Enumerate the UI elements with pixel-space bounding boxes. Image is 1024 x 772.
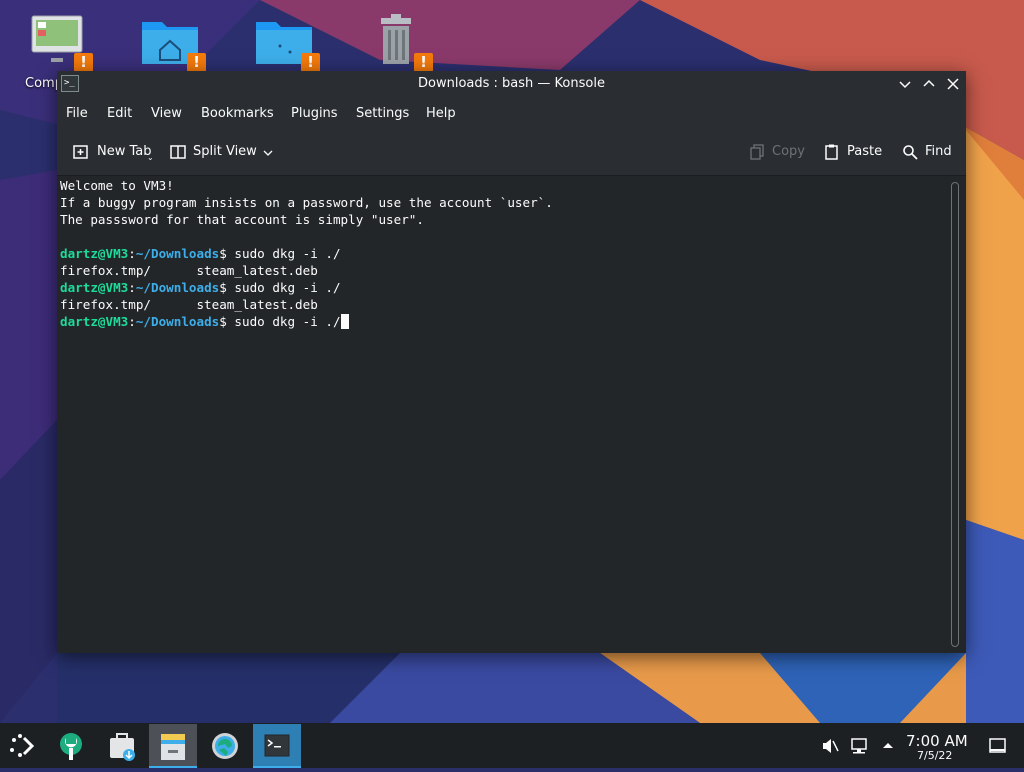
split-view-button[interactable]: Split View: [170, 144, 276, 162]
menu-view[interactable]: View: [151, 106, 182, 121]
volume-muted-icon[interactable]: [821, 737, 839, 755]
file-manager-icon: [161, 734, 185, 760]
new-tab-icon: [73, 145, 88, 159]
search-icon: [903, 145, 918, 160]
warning-badge-icon: !: [414, 53, 433, 72]
menu-settings[interactable]: Settings: [356, 106, 409, 121]
settings-icon: [212, 733, 238, 759]
menu-plugins[interactable]: Plugins: [291, 106, 338, 121]
terminal-line: Welcome to VM3!: [60, 178, 174, 193]
discover-button[interactable]: [47, 724, 95, 768]
taskbar: [0, 723, 1024, 768]
menu-edit[interactable]: Edit: [107, 106, 132, 121]
menu-bookmarks[interactable]: Bookmarks: [201, 106, 274, 121]
terminal-prompt-line: dartz@VM3:~/Downloads$ sudo dkg -i ./: [60, 280, 341, 295]
terminal-cursor: [340, 314, 349, 329]
store-button[interactable]: [98, 724, 146, 768]
new-tab-button[interactable]: New Tab ⌄: [73, 144, 154, 162]
copy-label: Copy: [772, 144, 805, 159]
menu-bar: File Edit View Bookmarks Plugins Setting…: [57, 98, 966, 128]
new-tab-dropdown-indicator: ⌄: [147, 153, 154, 162]
maximize-button[interactable]: [920, 75, 938, 93]
paste-button[interactable]: Paste: [824, 144, 884, 162]
discover-icon: [60, 733, 82, 760]
terminal-line: The passsword for that account is simply…: [60, 212, 424, 227]
terminal-prompt-line: dartz@VM3:~/Downloads$ sudo dkg -i ./: [60, 313, 349, 330]
konsole-window: >_ Downloads : bash — Konsole File Edit …: [57, 71, 966, 653]
app-launcher-icon: [10, 734, 35, 757]
window-titlebar[interactable]: >_ Downloads : bash — Konsole: [57, 71, 966, 98]
split-view-icon: [170, 145, 186, 159]
store-icon: [110, 733, 135, 761]
network-icon[interactable]: [851, 737, 869, 755]
window-title: Downloads : bash — Konsole: [418, 76, 605, 91]
chevron-down-icon: [263, 150, 273, 156]
terminal-prompt-line: dartz@VM3:~/Downloads$ sudo dkg -i ./: [60, 246, 341, 261]
konsole-icon: [264, 734, 290, 757]
paste-icon: [825, 144, 838, 160]
copy-button[interactable]: Copy: [750, 144, 806, 162]
terminal-output-line: firefox.tmp/ steam_latest.deb: [60, 263, 318, 278]
minimize-button[interactable]: [896, 75, 914, 93]
menu-file[interactable]: File: [66, 106, 88, 121]
split-view-label: Split View: [193, 144, 257, 159]
warning-badge-icon: !: [74, 53, 93, 72]
menu-help[interactable]: Help: [426, 106, 456, 121]
find-label: Find: [925, 144, 952, 159]
warning-badge-icon: !: [187, 53, 206, 72]
terminal-output-line: firefox.tmp/ steam_latest.deb: [60, 297, 318, 312]
copy-icon: [750, 144, 764, 160]
new-tab-label: New Tab: [97, 144, 152, 159]
find-button[interactable]: Find: [902, 144, 954, 162]
paste-label: Paste: [847, 144, 883, 159]
file-manager-button[interactable]: [149, 724, 197, 768]
clock-date[interactable]: 7/5/22: [917, 749, 952, 762]
terminal-line: If a buggy program insists on a password…: [60, 195, 553, 210]
clock-time[interactable]: 7:00 AM: [906, 732, 968, 750]
konsole-taskbar-button[interactable]: [253, 724, 301, 768]
app-launcher-button[interactable]: [0, 724, 48, 768]
terminal-scrollbar[interactable]: [951, 182, 959, 647]
toolbar: New Tab ⌄ Split View Copy Paste Find: [57, 128, 966, 176]
show-desktop-icon[interactable]: [989, 737, 1007, 755]
close-button[interactable]: [944, 75, 962, 93]
tray-expand-icon[interactable]: [881, 739, 895, 753]
terminal-area[interactable]: Welcome to VM3! If a buggy program insis…: [57, 176, 947, 653]
warning-badge-icon: !: [301, 53, 320, 72]
system-settings-button[interactable]: [201, 724, 249, 768]
